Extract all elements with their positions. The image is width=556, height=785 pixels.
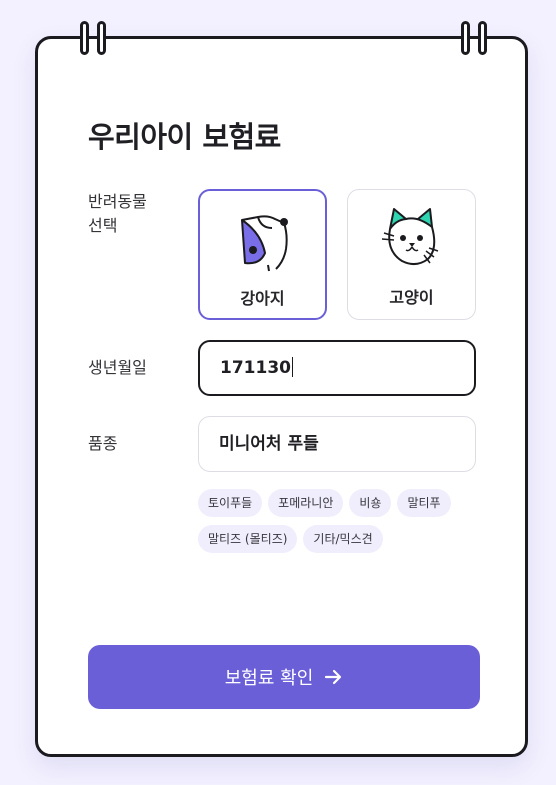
binder-ring <box>478 21 487 55</box>
page-title: 우리아이 보험료 <box>88 120 281 154</box>
breed-label: 품종 <box>88 434 118 453</box>
pet-option-label: 고양이 <box>389 288 434 307</box>
birth-label: 생년월일 <box>88 358 147 377</box>
breed-chip[interactable]: 기타/믹스견 <box>303 525 383 553</box>
breed-chip[interactable]: 포메라니안 <box>268 489 344 517</box>
arrow-right-icon <box>325 669 342 685</box>
pet-option-dog[interactable]: 강아지 <box>198 189 327 320</box>
breed-input[interactable]: 미니어처 푸들 <box>198 416 476 472</box>
pet-option-label: 강아지 <box>240 289 285 308</box>
birth-value: 171130 <box>220 358 291 378</box>
breed-chip[interactable]: 말티푸 <box>397 489 451 517</box>
breed-value: 미니어처 푸들 <box>219 434 319 454</box>
breed-chip[interactable]: 토이푸들 <box>198 489 263 517</box>
cat-icon <box>381 208 438 265</box>
binder-ring <box>461 21 470 55</box>
dog-icon <box>240 215 288 272</box>
breed-chip[interactable]: 비숑 <box>349 489 392 517</box>
pet-option-cat[interactable]: 고양이 <box>347 189 476 320</box>
pet-select-label: 반려동물 선택 <box>88 192 147 235</box>
breed-chip[interactable]: 말티즈 (몰티즈) <box>198 525 298 553</box>
breed-suggestions: 토이푸들 포메라니안 비숑 말티푸 말티즈 (몰티즈) 기타/믹스견 <box>198 489 483 553</box>
binder-ring <box>80 21 89 55</box>
check-premium-button[interactable]: 보험료 확인 <box>88 645 480 709</box>
birth-input[interactable]: 171130 <box>198 340 476 396</box>
text-cursor <box>291 356 293 377</box>
check-premium-label: 보험료 확인 <box>224 668 314 689</box>
binder-ring <box>97 21 106 55</box>
